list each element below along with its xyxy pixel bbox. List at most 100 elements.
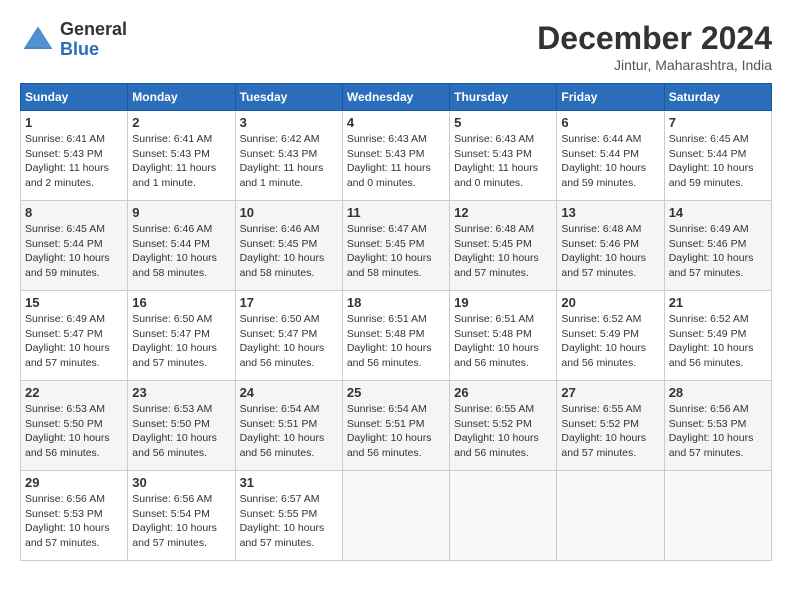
- day-number: 20: [561, 295, 659, 310]
- calendar-cell: 2 Sunrise: 6:41 AMSunset: 5:43 PMDaylight…: [128, 111, 235, 201]
- calendar-week-3: 15 Sunrise: 6:49 AMSunset: 5:47 PMDayligh…: [21, 291, 772, 381]
- calendar-cell: 22Sunrise: 6:53 AMSunset: 5:50 PMDayligh…: [21, 381, 128, 471]
- calendar-cell: 14Sunrise: 6:49 AMSunset: 5:46 PMDayligh…: [664, 201, 771, 291]
- day-info: Sunrise: 6:46 AMSunset: 5:44 PMDaylight:…: [132, 222, 230, 281]
- calendar-cell: 31 Sunrise: 6:57 AMSunset: 5:55 PMDayligh…: [235, 471, 342, 561]
- day-number: 2: [132, 115, 230, 130]
- calendar-cell: 15 Sunrise: 6:49 AMSunset: 5:47 PMDayligh…: [21, 291, 128, 381]
- day-info: Sunrise: 6:56 AMSunset: 5:54 PMDaylight:…: [132, 492, 230, 551]
- day-number: 16: [132, 295, 230, 310]
- day-number: 24: [240, 385, 338, 400]
- calendar-cell: 21 Sunrise: 6:52 AMSunset: 5:49 PMDayligh…: [664, 291, 771, 381]
- calendar-cell: 11 Sunrise: 6:47 AMSunset: 5:45 PMDayligh…: [342, 201, 449, 291]
- day-info: Sunrise: 6:52 AMSunset: 5:49 PMDaylight:…: [561, 312, 659, 371]
- day-info: Sunrise: 6:53 AMSunset: 5:50 PMDaylight:…: [132, 402, 230, 461]
- day-info: Sunrise: 6:55 AMSunset: 5:52 PMDaylight:…: [561, 402, 659, 461]
- day-number: 21: [669, 295, 767, 310]
- day-info: Sunrise: 6:41 AMSunset: 5:43 PMDaylight:…: [25, 132, 123, 191]
- day-number: 3: [240, 115, 338, 130]
- calendar-week-1: 1 Sunrise: 6:41 AMSunset: 5:43 PMDaylight…: [21, 111, 772, 201]
- calendar-cell: 27 Sunrise: 6:55 AMSunset: 5:52 PMDayligh…: [557, 381, 664, 471]
- calendar-cell: 19 Sunrise: 6:51 AMSunset: 5:48 PMDayligh…: [450, 291, 557, 381]
- weekday-header-thursday: Thursday: [450, 84, 557, 111]
- page-header: General Blue December 2024 Jintur, Mahar…: [20, 20, 772, 73]
- calendar-cell: [557, 471, 664, 561]
- calendar-cell: 20 Sunrise: 6:52 AMSunset: 5:49 PMDayligh…: [557, 291, 664, 381]
- calendar-cell: 9 Sunrise: 6:46 AMSunset: 5:44 PMDaylight…: [128, 201, 235, 291]
- calendar-cell: 29Sunrise: 6:56 AMSunset: 5:53 PMDayligh…: [21, 471, 128, 561]
- calendar-cell: 24 Sunrise: 6:54 AMSunset: 5:51 PMDayligh…: [235, 381, 342, 471]
- calendar-cell: 23 Sunrise: 6:53 AMSunset: 5:50 PMDayligh…: [128, 381, 235, 471]
- logo-text: General Blue: [60, 20, 127, 60]
- day-number: 9: [132, 205, 230, 220]
- day-info: Sunrise: 6:54 AMSunset: 5:51 PMDaylight:…: [240, 402, 338, 461]
- day-number: 12: [454, 205, 552, 220]
- day-number: 31: [240, 475, 338, 490]
- day-info: Sunrise: 6:49 AMSunset: 5:47 PMDaylight:…: [25, 312, 123, 371]
- day-info: Sunrise: 6:49 AMSunset: 5:46 PMDaylight:…: [669, 222, 767, 281]
- calendar-week-5: 29Sunrise: 6:56 AMSunset: 5:53 PMDayligh…: [21, 471, 772, 561]
- day-number: 7: [669, 115, 767, 130]
- calendar-cell: 3 Sunrise: 6:42 AMSunset: 5:43 PMDaylight…: [235, 111, 342, 201]
- day-info: Sunrise: 6:52 AMSunset: 5:49 PMDaylight:…: [669, 312, 767, 371]
- weekday-header-saturday: Saturday: [664, 84, 771, 111]
- logo-general: General: [60, 20, 127, 40]
- calendar-cell: [664, 471, 771, 561]
- weekday-header-row: SundayMondayTuesdayWednesdayThursdayFrid…: [21, 84, 772, 111]
- day-number: 13: [561, 205, 659, 220]
- calendar-cell: 4Sunrise: 6:43 AMSunset: 5:43 PMDaylight…: [342, 111, 449, 201]
- weekday-header-monday: Monday: [128, 84, 235, 111]
- title-area: December 2024 Jintur, Maharashtra, India: [537, 20, 772, 73]
- day-info: Sunrise: 6:51 AMSunset: 5:48 PMDaylight:…: [347, 312, 445, 371]
- calendar-cell: 17 Sunrise: 6:50 AMSunset: 5:47 PMDayligh…: [235, 291, 342, 381]
- day-info: Sunrise: 6:50 AMSunset: 5:47 PMDaylight:…: [240, 312, 338, 371]
- day-number: 1: [25, 115, 123, 130]
- logo: General Blue: [20, 20, 127, 60]
- day-info: Sunrise: 6:42 AMSunset: 5:43 PMDaylight:…: [240, 132, 338, 191]
- day-info: Sunrise: 6:44 AMSunset: 5:44 PMDaylight:…: [561, 132, 659, 191]
- day-number: 6: [561, 115, 659, 130]
- calendar-cell: 30Sunrise: 6:56 AMSunset: 5:54 PMDayligh…: [128, 471, 235, 561]
- day-number: 17: [240, 295, 338, 310]
- calendar-cell: 26Sunrise: 6:55 AMSunset: 5:52 PMDayligh…: [450, 381, 557, 471]
- day-info: Sunrise: 6:43 AMSunset: 5:43 PMDaylight:…: [454, 132, 552, 191]
- day-number: 28: [669, 385, 767, 400]
- day-number: 15: [25, 295, 123, 310]
- month-year-title: December 2024: [537, 20, 772, 57]
- day-info: Sunrise: 6:43 AMSunset: 5:43 PMDaylight:…: [347, 132, 445, 191]
- calendar-week-2: 8 Sunrise: 6:45 AMSunset: 5:44 PMDaylight…: [21, 201, 772, 291]
- calendar-cell: 6 Sunrise: 6:44 AMSunset: 5:44 PMDaylight…: [557, 111, 664, 201]
- day-info: Sunrise: 6:50 AMSunset: 5:47 PMDaylight:…: [132, 312, 230, 371]
- day-number: 11: [347, 205, 445, 220]
- calendar-cell: 28 Sunrise: 6:56 AMSunset: 5:53 PMDayligh…: [664, 381, 771, 471]
- calendar-cell: 18 Sunrise: 6:51 AMSunset: 5:48 PMDayligh…: [342, 291, 449, 381]
- day-number: 8: [25, 205, 123, 220]
- calendar-cell: 13Sunrise: 6:48 AMSunset: 5:46 PMDayligh…: [557, 201, 664, 291]
- calendar-cell: 16 Sunrise: 6:50 AMSunset: 5:47 PMDayligh…: [128, 291, 235, 381]
- calendar-cell: 10Sunrise: 6:46 AMSunset: 5:45 PMDayligh…: [235, 201, 342, 291]
- day-number: 18: [347, 295, 445, 310]
- day-info: Sunrise: 6:51 AMSunset: 5:48 PMDaylight:…: [454, 312, 552, 371]
- calendar-week-4: 22 Sunrise: 6:53 AMSunset: 5:50 PMDayligh…: [21, 381, 772, 471]
- day-info: Sunrise: 6:41 AMSunset: 5:43 PMDaylight:…: [132, 132, 230, 191]
- day-info: Sunrise: 6:48 AMSunset: 5:45 PMDaylight:…: [454, 222, 552, 281]
- day-info: Sunrise: 6:56 AMSunset: 5:53 PMDaylight:…: [669, 402, 767, 461]
- weekday-header-tuesday: Tuesday: [235, 84, 342, 111]
- day-number: 25: [347, 385, 445, 400]
- day-info: Sunrise: 6:57 AMSunset: 5:55 PMDaylight:…: [240, 492, 338, 551]
- calendar-cell: 5Sunrise: 6:43 AMSunset: 5:43 PMDaylight…: [450, 111, 557, 201]
- day-number: 22: [25, 385, 123, 400]
- location-subtitle: Jintur, Maharashtra, India: [537, 57, 772, 73]
- day-number: 19: [454, 295, 552, 310]
- day-number: 23: [132, 385, 230, 400]
- weekday-header-friday: Friday: [557, 84, 664, 111]
- day-info: Sunrise: 6:55 AMSunset: 5:52 PMDaylight:…: [454, 402, 552, 461]
- calendar-cell: 7Sunrise: 6:45 AMSunset: 5:44 PMDaylight…: [664, 111, 771, 201]
- day-info: Sunrise: 6:47 AMSunset: 5:45 PMDaylight:…: [347, 222, 445, 281]
- day-info: Sunrise: 6:54 AMSunset: 5:51 PMDaylight:…: [347, 402, 445, 461]
- calendar-cell: [342, 471, 449, 561]
- day-info: Sunrise: 6:45 AMSunset: 5:44 PMDaylight:…: [25, 222, 123, 281]
- logo-icon: [20, 22, 56, 58]
- day-number: 27: [561, 385, 659, 400]
- day-info: Sunrise: 6:56 AMSunset: 5:53 PMDaylight:…: [25, 492, 123, 551]
